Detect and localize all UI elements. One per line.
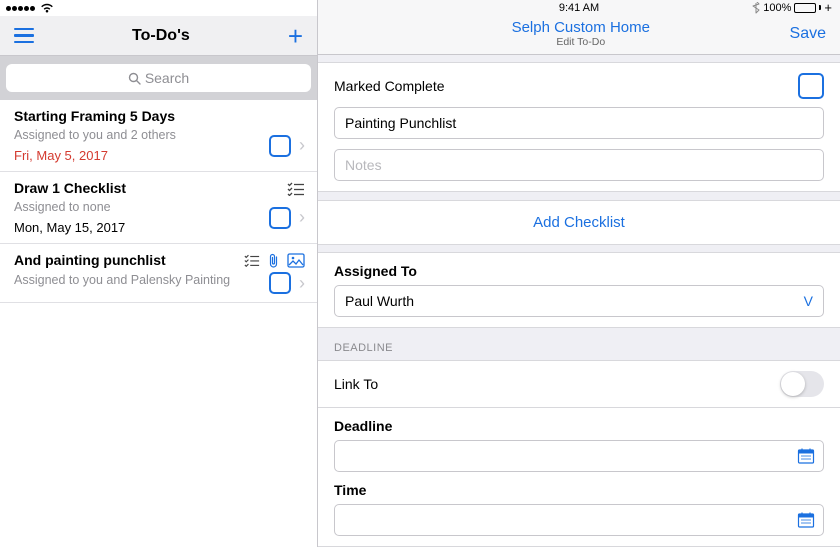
checklist-icon [244,254,260,270]
time-input[interactable] [334,504,824,536]
marked-complete-section: Marked Complete Notes [318,62,840,192]
link-to-label: Link To [334,376,378,392]
deadline-input[interactable] [334,440,824,472]
todo-item-title: And painting punchlist [14,252,166,268]
search-icon [128,72,141,85]
menu-icon[interactable] [14,28,34,44]
chevron-down-icon: V [804,293,813,309]
todo-item-assigned: Assigned to you and 2 others [14,128,269,142]
assigned-to-label: Assigned To [334,263,824,279]
deadline-group-header: DEADLINE [318,328,840,360]
search-bar-wrap: Search [0,56,317,100]
todo-item-title: Starting Framing 5 Days [14,108,175,124]
todo-item-date: Fri, May 5, 2017 [14,148,269,163]
notes-input[interactable]: Notes [334,149,824,181]
status-time: 9:41 AM [559,2,599,14]
chevron-right-icon: › [299,207,305,228]
todo-checkbox[interactable] [269,272,291,294]
link-to-row: Link To [318,360,840,408]
search-placeholder: Search [145,70,189,86]
assigned-to-value: Paul Wurth [345,293,414,309]
battery-percent: 100% [763,2,791,14]
todo-item-date: Mon, May 15, 2017 [14,220,269,235]
chevron-right-icon: › [299,273,305,294]
todo-item[interactable]: Draw 1 Checklist Assigned to none Mon, M… [0,172,317,244]
todo-item-assigned: Assigned to you and Palensky Painting [14,273,269,287]
signal-dots-icon [6,6,35,11]
todo-item[interactable]: And painting punchlist Assigned to you a… [0,244,317,303]
attachment-icon [268,253,279,272]
bluetooth-icon [752,2,760,14]
left-header: To-Do's + [0,16,317,56]
add-checklist-button[interactable]: Add Checklist [318,200,840,245]
calendar-icon [797,511,815,529]
time-label: Time [334,482,824,498]
add-todo-button[interactable]: + [288,23,303,49]
todo-checkbox[interactable] [269,207,291,229]
wifi-icon [40,2,54,14]
todo-list-pane: To-Do's + Search Starting Framing 5 Days… [0,0,318,547]
marked-complete-label: Marked Complete [334,78,445,94]
todo-list[interactable]: Starting Framing 5 Days Assigned to you … [0,100,317,547]
detail-header: Selph Custom Home Edit To-Do Save [318,15,840,55]
todo-checkbox[interactable] [269,135,291,157]
todo-item-assigned: Assigned to none [14,200,269,214]
page-title: To-Do's [132,27,190,45]
assigned-to-select[interactable]: Paul Wurth V [334,285,824,317]
assigned-to-section: Assigned To Paul Wurth V [318,252,840,328]
header-subtitle: Edit To-Do [372,36,790,48]
chevron-right-icon: › [299,135,305,156]
save-button[interactable]: Save [790,25,826,43]
battery-indicator: 100% + [752,0,832,15]
deadline-section: Deadline Time [318,408,840,547]
checklist-icon [287,182,305,199]
todo-item-title: Draw 1 Checklist [14,180,126,196]
header-title: Selph Custom Home [372,19,790,36]
search-input[interactable]: Search [6,64,311,92]
deadline-label: Deadline [334,418,824,434]
todo-detail-pane: 9:41 AM 100% + Selph Custom Home Edit To… [318,0,840,547]
status-bar-left [0,0,317,16]
todo-title-input[interactable] [334,107,824,139]
status-bar-right: 9:41 AM 100% + [318,0,840,15]
marked-complete-checkbox[interactable] [798,73,824,99]
battery-icon [794,3,816,13]
calendar-icon [797,447,815,465]
link-to-toggle[interactable] [780,371,824,397]
todo-item[interactable]: Starting Framing 5 Days Assigned to you … [0,100,317,172]
image-icon [287,253,305,271]
